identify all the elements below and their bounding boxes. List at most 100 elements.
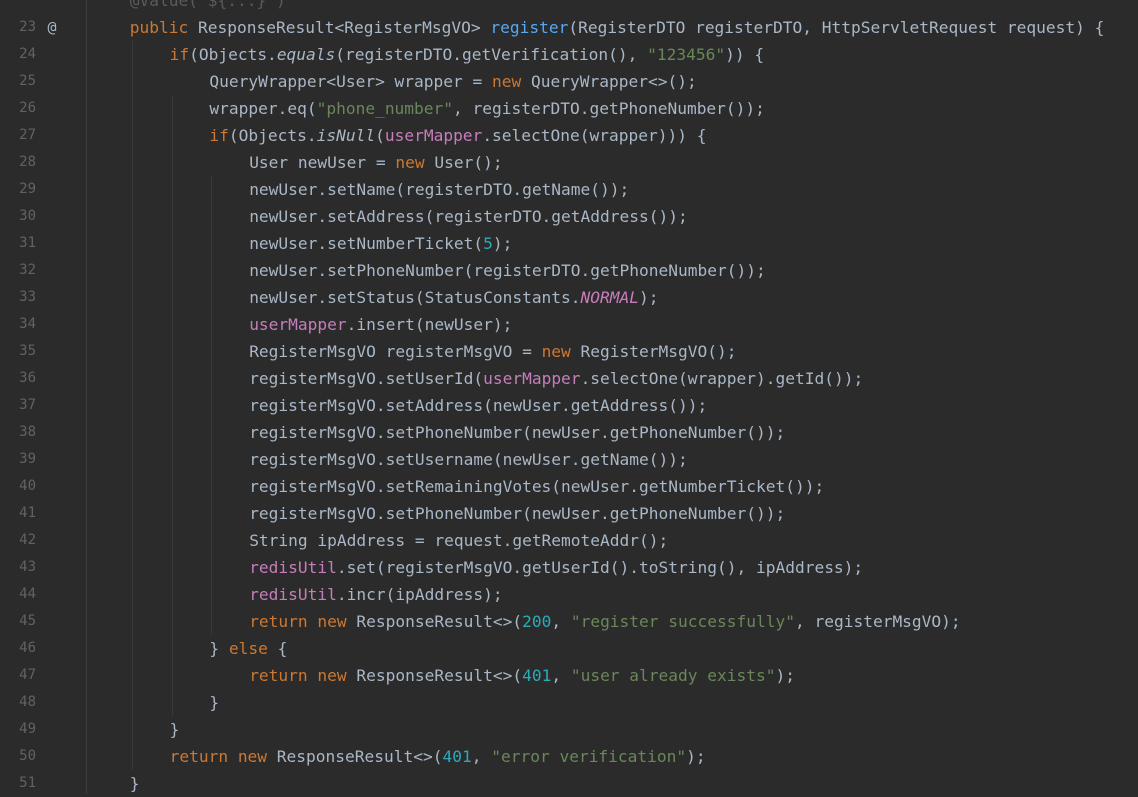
line-number: 27 xyxy=(19,127,36,143)
code-token: newUser.setNumberTicket( xyxy=(249,234,484,253)
line-number: 51 xyxy=(19,775,36,791)
code-editor[interactable]: @Value("${...}") 23 @ public ResponseResult… xyxy=(0,0,1138,794)
code-token: newUser.setAddress(registerDTO.getAddres… xyxy=(249,207,688,226)
code-text: } xyxy=(170,716,180,743)
code-token: ResponseResult<>( xyxy=(356,612,523,631)
code-token: registerMsgVO.setUserId( xyxy=(249,369,484,388)
code-text: if(Objects.equals(registerDTO.getVerific… xyxy=(170,41,765,68)
code-token: return new xyxy=(169,747,277,766)
code-line[interactable]: @Value("${...}") xyxy=(0,0,1138,14)
line-number: 24 xyxy=(19,46,36,62)
code-text: return new ResponseResult<>(401, "user a… xyxy=(249,662,795,689)
code-line[interactable]: 23 @ public ResponseResult<RegisterMsgVO> … xyxy=(0,14,1138,41)
code-line[interactable]: 50 return new ResponseResult<>(401, "erro… xyxy=(0,743,1138,770)
code-token: } xyxy=(209,693,220,712)
code-line[interactable]: 25 QueryWrapper<User> wrapper = new Query… xyxy=(0,68,1138,95)
line-number: 37 xyxy=(19,397,36,413)
code-text: newUser.setPhoneNumber(registerDTO.getPh… xyxy=(249,257,766,284)
code-token: (Objects. xyxy=(189,45,277,64)
code-token: newUser.setPhoneNumber(registerDTO.getPh… xyxy=(249,261,766,280)
line-number: 48 xyxy=(19,694,36,710)
line-number: 39 xyxy=(19,451,36,467)
code-token: (Objects. xyxy=(228,126,317,145)
code-token: String ipAddress = request.getRemoteAddr… xyxy=(249,531,669,550)
line-number: 26 xyxy=(19,100,36,116)
code-text: registerMsgVO.setRemainingVotes(newUser.… xyxy=(249,473,824,500)
code-text: return new ResponseResult<>(401, "error … xyxy=(170,743,706,770)
code-token: "error verification" xyxy=(491,747,687,766)
code-token: new xyxy=(541,342,581,361)
code-token: .selectOne(wrapper))) { xyxy=(482,126,707,145)
code-token: ); xyxy=(686,747,706,766)
code-token: (registerDTO.getVerification(), xyxy=(335,45,648,64)
code-token: 5 xyxy=(483,234,493,253)
line-number: 28 xyxy=(19,154,36,170)
code-token: ); xyxy=(492,234,513,253)
line-number: 44 xyxy=(19,586,36,602)
code-text: newUser.setName(registerDTO.getName()); xyxy=(249,176,629,203)
code-token: newUser.setName(registerDTO.getName()); xyxy=(249,180,630,199)
code-token: userMapper xyxy=(483,369,581,388)
line-number: 38 xyxy=(19,424,36,440)
code-text: newUser.setStatus(StatusConstants.NORMAL… xyxy=(249,284,658,311)
line-number: 32 xyxy=(19,262,36,278)
code-token: registerMsgVO.setUsername(newUser.getNam… xyxy=(249,450,688,469)
code-token: , xyxy=(551,612,571,631)
code-text: registerMsgVO.setPhoneNumber(newUser.get… xyxy=(249,500,785,527)
code-text: String ipAddress = request.getRemoteAddr… xyxy=(249,527,668,554)
code-token: userMapper xyxy=(249,315,347,334)
line-number: 35 xyxy=(19,343,36,359)
code-token: if xyxy=(169,45,190,64)
code-text: registerMsgVO.setUsername(newUser.getNam… xyxy=(249,446,688,473)
line-number: 47 xyxy=(19,667,36,683)
line-number: 23 xyxy=(19,19,36,35)
code-text: public ResponseResult<RegisterMsgVO> reg… xyxy=(130,14,1105,41)
code-token: return new xyxy=(249,612,357,631)
code-text: redisUtil.set(registerMsgVO.getUserId().… xyxy=(249,554,863,581)
code-token: redisUtil xyxy=(249,558,337,577)
code-token: ); xyxy=(639,288,659,307)
code-token: .selectOne(wrapper).getId()); xyxy=(580,369,864,388)
code-token: .incr(ipAddress); xyxy=(336,585,503,604)
code-text: registerMsgVO.setAddress(newUser.getAddr… xyxy=(249,392,707,419)
line-number: 45 xyxy=(19,613,36,629)
code-token: 401 xyxy=(442,747,472,766)
code-line[interactable]: 24 if(Objects.equals(registerDTO.getVerif… xyxy=(0,41,1138,68)
code-text: newUser.setAddress(registerDTO.getAddres… xyxy=(249,203,688,230)
code-token: ResponseResult<RegisterMsgVO> xyxy=(198,18,491,37)
line-number: 31 xyxy=(19,235,36,251)
code-token: "register successfully" xyxy=(570,612,795,631)
code-token: registerMsgVO.setRemainingVotes(newUser.… xyxy=(249,477,825,496)
indent-guide xyxy=(211,176,213,635)
line-number: 29 xyxy=(19,181,36,197)
code-token: else xyxy=(228,639,278,658)
code-token: ResponseResult<>( xyxy=(276,747,443,766)
code-token: QueryWrapper<User> wrapper = xyxy=(209,72,493,91)
line-number: 34 xyxy=(19,316,36,332)
line-number: 40 xyxy=(19,478,36,494)
line-number: 50 xyxy=(19,748,36,764)
code-token: } xyxy=(169,720,180,739)
code-token: RegisterMsgVO(); xyxy=(580,342,737,361)
code-token: new xyxy=(492,72,532,91)
code-text: userMapper.insert(newUser); xyxy=(249,311,512,338)
override-at-icon[interactable]: @ xyxy=(44,14,60,41)
code-token: , xyxy=(551,666,571,685)
code-line[interactable]: 51} xyxy=(0,770,1138,797)
code-text: } xyxy=(130,770,140,797)
code-line[interactable]: 49} xyxy=(0,716,1138,743)
code-text: QueryWrapper<User> wrapper = new QueryWr… xyxy=(209,68,696,95)
code-token: { xyxy=(277,639,288,658)
code-text: } xyxy=(209,689,219,716)
line-number: 49 xyxy=(19,721,36,737)
code-text: User newUser = new User(); xyxy=(249,149,502,176)
code-token: register xyxy=(490,18,569,37)
line-number: 30 xyxy=(19,208,36,224)
code-token: } xyxy=(209,639,229,658)
code-token: equals xyxy=(276,45,336,64)
code-token: isNull xyxy=(316,126,376,145)
code-token: registerMsgVO.setPhoneNumber(newUser.get… xyxy=(249,504,786,523)
code-token: new xyxy=(395,153,435,172)
code-token: if xyxy=(209,126,229,145)
code-token: , registerDTO.getPhoneNumber()); xyxy=(453,99,765,118)
